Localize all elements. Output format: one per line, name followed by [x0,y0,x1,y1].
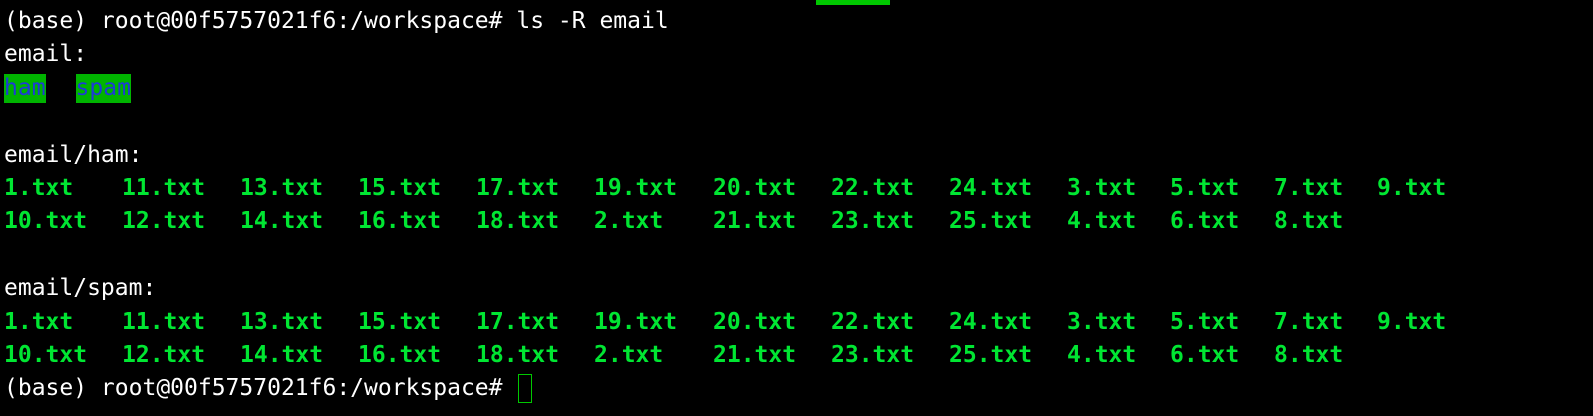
file-item: 4.txt [1067,208,1137,235]
file-item: 16.txt [358,208,442,235]
terminal-window[interactable]: (base) root@00f5757021f6:/workspace# ls … [0,0,1593,416]
file-item: 3.txt [1067,174,1137,201]
previous-highlight [816,0,890,5]
file-item: 22.txt [831,174,915,201]
file-item: 6.txt [1170,341,1240,368]
file-item: 2.txt [594,341,664,368]
previous-output-strip [0,0,1593,6]
file-item: 3.txt [1067,308,1137,335]
file-item: 18.txt [476,341,560,368]
file-item: 16.txt [358,341,442,368]
file-item: 23.txt [831,208,915,235]
file-item: 15.txt [358,308,442,335]
file-item: 21.txt [713,341,797,368]
file-item: 13.txt [240,308,324,335]
file-item: 20.txt [713,308,797,335]
file-item: 14.txt [240,208,324,235]
spam-files-row-2: 10.txt 12.txt 14.txt 16.txt 18.txt 2.txt 21.tx… [0,339,1593,372]
file-item: 21.txt [713,208,797,235]
file-item: 9.txt [1377,308,1447,335]
file-item: 19.txt [594,174,678,201]
file-item: 25.txt [949,341,1033,368]
file-item: 5.txt [1170,174,1240,201]
file-item: 24.txt [949,174,1033,201]
file-item: 12.txt [122,341,206,368]
file-item: 13.txt [240,174,324,201]
file-item: 15.txt [358,174,442,201]
final-prompt-line[interactable]: (base) root@00f5757021f6:/workspace# [0,372,1593,405]
file-item: 17.txt [476,174,560,201]
file-item: 14.txt [240,341,324,368]
section-header-ham: email/ham: [4,141,143,168]
file-item: 1.txt [4,308,74,335]
file-item: 12.txt [122,208,206,235]
command-text: ls -R email [516,8,669,34]
file-item: 5.txt [1170,308,1240,335]
file-item: 18.txt [476,208,560,235]
dir-spam[interactable]: spam [75,73,131,103]
file-item: 17.txt [476,308,560,335]
file-item: 9.txt [1377,174,1447,201]
file-item: 7.txt [1274,308,1344,335]
text-cursor [518,374,533,404]
file-item: 24.txt [949,308,1033,335]
section-header-email: email: [4,41,88,68]
spam-files-row-1: 1.txt 11.txt 13.txt 15.txt 17.txt 19.txt 20.tx… [0,306,1593,339]
file-item: 25.txt [949,208,1033,235]
prompt: (base) root@00f5757021f6:/workspace# [4,8,503,34]
file-item: 10.txt [4,208,88,235]
file-item: 11.txt [122,308,206,335]
file-item: 11.txt [122,174,206,201]
file-item: 7.txt [1274,174,1344,201]
ham-files-row-2: 10.txt 12.txt 14.txt 16.txt 18.txt 2.txt 21.tx… [0,205,1593,238]
command-line: (base) root@00f5757021f6:/workspace# ls … [0,5,1593,38]
file-item: 10.txt [4,341,88,368]
ham-files-row-1: 1.txt 11.txt 13.txt 15.txt 17.txt 19.txt 20.tx… [0,172,1593,205]
file-item: 23.txt [831,341,915,368]
section-header-spam: email/spam: [4,275,157,302]
file-item: 4.txt [1067,341,1137,368]
file-item: 2.txt [594,208,664,235]
file-item: 22.txt [831,308,915,335]
file-item: 6.txt [1170,208,1240,235]
dir-listing: ham spam [0,72,1593,105]
prompt: (base) root@00f5757021f6:/workspace# [4,375,503,402]
file-item: 1.txt [4,174,74,201]
dir-ham[interactable]: ham [4,73,46,103]
file-item: 20.txt [713,174,797,201]
file-item: 8.txt [1274,341,1344,368]
file-item: 19.txt [594,308,678,335]
file-item: 8.txt [1274,208,1344,235]
